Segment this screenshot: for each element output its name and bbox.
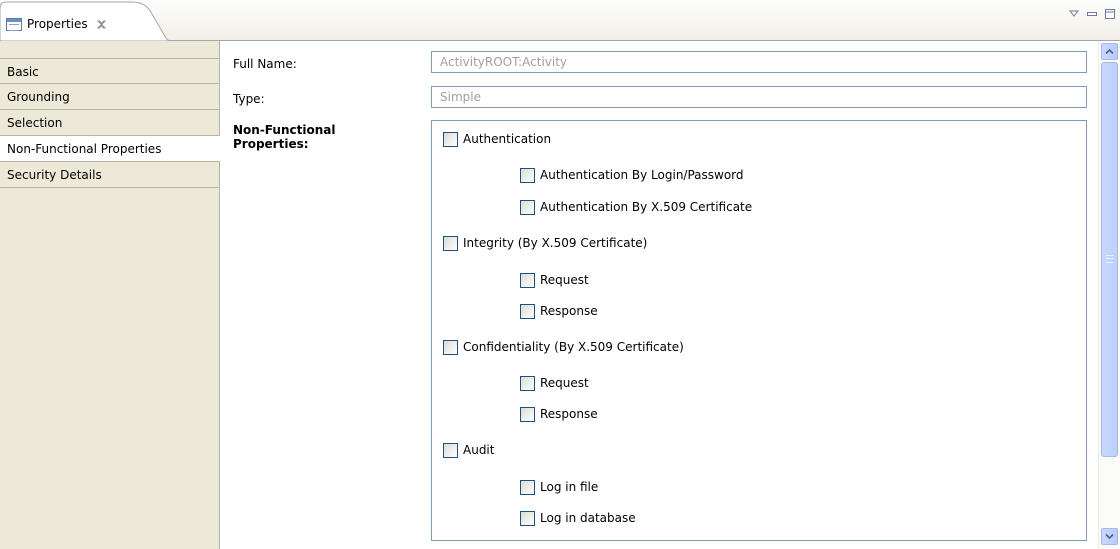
confidentiality-request-checkbox[interactable]: Request: [520, 374, 589, 392]
checkbox-label: Authentication By X.509 Certificate: [540, 200, 753, 214]
close-icon[interactable]: [96, 19, 107, 30]
view-menu-icon[interactable]: [1068, 8, 1080, 20]
full-name-field[interactable]: ActivityROOT:Activity: [431, 51, 1087, 73]
category-list: Basic Grounding Selection Non-Functional…: [0, 41, 220, 549]
checkbox-box[interactable]: [520, 303, 535, 319]
scroll-thumb[interactable]: [1101, 62, 1118, 457]
tab-properties[interactable]: Properties: [6, 13, 107, 35]
log-in-database-checkbox[interactable]: Log in database: [520, 509, 636, 527]
checkbox-box[interactable]: [443, 131, 458, 147]
category-list-spacer: [0, 41, 219, 58]
integrity-response-checkbox[interactable]: Response: [520, 302, 598, 320]
minimize-icon[interactable]: [1086, 8, 1098, 20]
view-tab-bar: Properties: [0, 0, 1120, 41]
category-selection[interactable]: Selection: [0, 110, 219, 136]
integrity-request-checkbox[interactable]: Request: [520, 271, 589, 289]
type-label: Type:: [233, 92, 265, 106]
checkbox-label: Request: [540, 273, 589, 287]
checkbox-label: Confidentiality (By X.509 Certificate): [463, 340, 684, 354]
checkbox-label: Log in database: [540, 511, 636, 525]
nfp-label-line2: Properties:: [233, 137, 309, 151]
checkbox-box[interactable]: [520, 406, 535, 422]
category-grounding[interactable]: Grounding: [0, 84, 219, 110]
checkbox-label: Log in file: [540, 480, 599, 494]
checkbox-box[interactable]: [443, 235, 458, 251]
audit-checkbox[interactable]: Audit: [443, 441, 494, 459]
chevron-down-icon: [1105, 533, 1114, 540]
non-functional-properties-label: Non-Functional Properties:: [233, 123, 335, 151]
checkbox-box[interactable]: [443, 339, 458, 355]
log-in-file-checkbox[interactable]: Log in file: [520, 478, 598, 496]
checkbox-label: Response: [540, 304, 598, 318]
chevron-up-icon: [1105, 48, 1114, 55]
checkbox-label: Response: [540, 407, 598, 421]
category-basic[interactable]: Basic: [0, 58, 219, 84]
nfp-label-line1: Non-Functional: [233, 123, 336, 137]
scroll-up-button[interactable]: [1101, 43, 1118, 60]
integrity-checkbox[interactable]: Integrity (By X.509 Certificate): [443, 234, 647, 252]
checkbox-label: Integrity (By X.509 Certificate): [463, 236, 648, 250]
confidentiality-checkbox[interactable]: Confidentiality (By X.509 Certificate): [443, 338, 684, 356]
checkbox-box[interactable]: [520, 375, 535, 391]
properties-table-icon: [6, 17, 22, 31]
scroll-grip-icon: [1106, 255, 1113, 263]
checkbox-box[interactable]: [520, 272, 535, 288]
auth-x509-checkbox[interactable]: Authentication By X.509 Certificate: [520, 198, 752, 216]
checkbox-box[interactable]: [520, 479, 535, 495]
full-name-label: Full Name:: [233, 57, 297, 71]
checkbox-box[interactable]: [443, 442, 458, 458]
maximize-icon[interactable]: [1104, 8, 1116, 20]
type-field[interactable]: Simple: [431, 86, 1087, 108]
auth-login-password-checkbox[interactable]: Authentication By Login/Password: [520, 166, 744, 184]
authentication-checkbox[interactable]: Authentication: [443, 130, 551, 148]
checkbox-label: Authentication: [463, 132, 552, 146]
checkbox-label: Authentication By Login/Password: [540, 168, 744, 182]
checkbox-box[interactable]: [520, 510, 535, 526]
category-security-details[interactable]: Security Details: [0, 162, 219, 188]
checkbox-box[interactable]: [520, 167, 535, 183]
view-controls: [1068, 8, 1116, 20]
checkbox-label: Request: [540, 376, 589, 390]
properties-form: Full Name: ActivityROOT:Activity Type: S…: [221, 41, 1098, 549]
checkbox-label: Audit: [463, 443, 495, 457]
tab-properties-label: Properties: [27, 17, 88, 31]
confidentiality-response-checkbox[interactable]: Response: [520, 405, 598, 423]
category-non-functional-properties[interactable]: Non-Functional Properties: [0, 136, 220, 162]
checkbox-box[interactable]: [520, 199, 535, 215]
vertical-scrollbar[interactable]: [1098, 41, 1120, 549]
non-functional-properties-group: Authentication Authentication By Login/P…: [431, 120, 1087, 541]
scroll-down-button[interactable]: [1101, 528, 1118, 545]
